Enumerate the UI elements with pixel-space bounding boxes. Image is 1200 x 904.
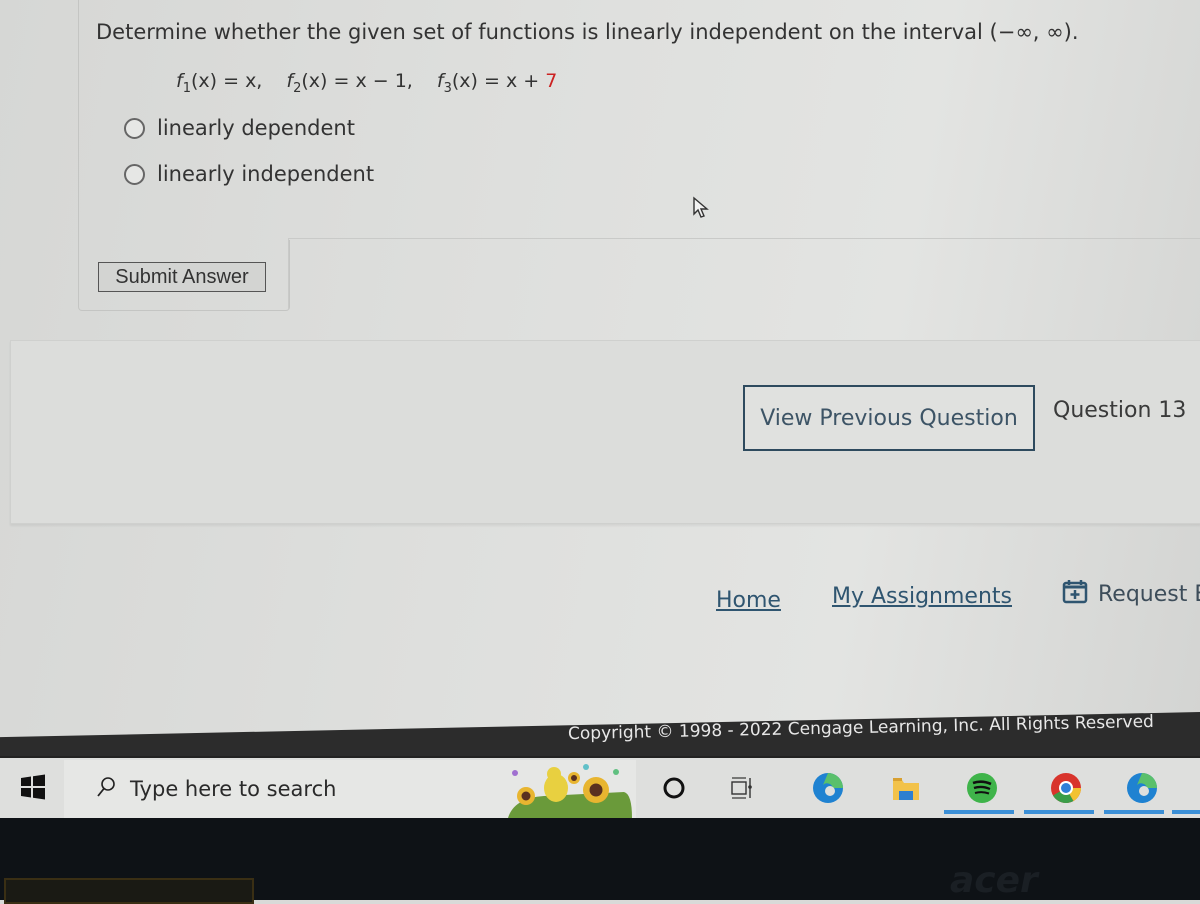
option-linearly-independent[interactable]: linearly independent: [124, 162, 374, 186]
submit-answer-button[interactable]: Submit Answer: [98, 262, 266, 292]
mouse-cursor-icon: [692, 196, 714, 224]
running-indicator: [944, 810, 1014, 814]
view-previous-question-button[interactable]: View Previous Question: [743, 385, 1035, 451]
search-icon: [96, 776, 116, 803]
option-label: linearly dependent: [157, 116, 355, 140]
question-number-link[interactable]: Question 13: [1053, 398, 1186, 423]
spotify-icon[interactable]: [962, 768, 1002, 808]
chrome-icon[interactable]: [1046, 768, 1086, 808]
function-f2: f2(x) = x − 1,: [286, 70, 413, 96]
running-indicator: [1104, 810, 1164, 814]
edge-browser-icon-2[interactable]: [1122, 768, 1162, 808]
request-label: Request E: [1098, 581, 1200, 607]
search-highlight-illustration-icon[interactable]: [504, 760, 636, 818]
highlighted-value: 7: [545, 70, 558, 92]
edge-browser-icon[interactable]: [808, 768, 848, 808]
running-indicator: [1024, 810, 1094, 814]
screen: Determine whether the given set of funct…: [0, 0, 1200, 904]
request-extension-link[interactable]: Request E: [1062, 578, 1200, 610]
laptop-sticker: [4, 878, 254, 904]
divider: [288, 238, 1200, 239]
search-placeholder: Type here to search: [130, 777, 337, 801]
question-prompt: Determine whether the given set of funct…: [96, 20, 1079, 44]
file-explorer-icon[interactable]: [886, 768, 926, 808]
function-f3: f3(x) = x + 7: [436, 70, 558, 96]
taskbar-search-input[interactable]: Type here to search: [64, 760, 504, 818]
function-f1: f1(x) = x,: [176, 70, 263, 96]
calendar-plus-icon: [1062, 578, 1088, 610]
windows-start-icon[interactable]: [20, 774, 46, 804]
home-link[interactable]: Home: [716, 588, 781, 613]
divider: [288, 238, 289, 310]
radio-button[interactable]: [124, 117, 145, 139]
my-assignments-link[interactable]: My Assignments: [832, 584, 1012, 609]
function-list: f1(x) = x, f2(x) = x − 1, f3(x) = x + 7: [176, 70, 575, 96]
device-brand-logo: acer: [950, 860, 1038, 901]
option-linearly-dependent[interactable]: linearly dependent: [124, 116, 355, 140]
option-label: linearly independent: [157, 162, 375, 186]
task-view-icon[interactable]: [722, 768, 762, 808]
radio-button[interactable]: [124, 163, 145, 185]
running-indicator: [1172, 810, 1200, 814]
cortana-icon[interactable]: [654, 768, 694, 808]
